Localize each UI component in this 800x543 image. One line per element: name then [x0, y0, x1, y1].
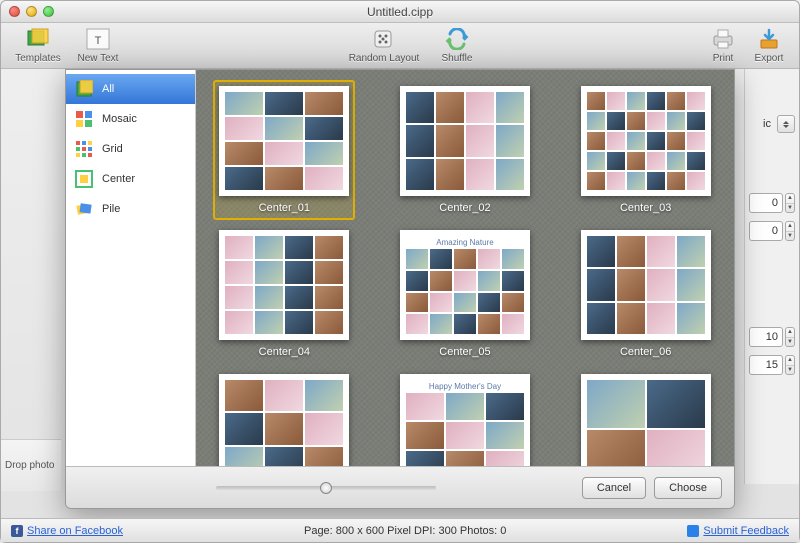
template-center_06[interactable]: Center_06: [575, 224, 717, 364]
printer-icon: [709, 27, 737, 51]
page-status-text: Page: 800 x 600 Pixel DPI: 300 Photos: 0: [123, 525, 687, 537]
template-caption: Amazing Nature: [406, 236, 524, 249]
new-text-label: New Text: [78, 53, 119, 64]
category-label: All: [102, 83, 114, 95]
mosaic-category-icon: [74, 109, 94, 129]
titlebar: Untitled.cipp: [1, 1, 799, 23]
minimize-window-button[interactable]: [26, 6, 37, 17]
submit-feedback-link[interactable]: Submit Feedback: [703, 525, 789, 537]
template-thumbnail: [219, 374, 349, 466]
template-center_08[interactable]: Happy Mother's Day: [394, 368, 536, 466]
print-label: Print: [713, 53, 734, 64]
template-thumbnail: [219, 86, 349, 196]
category-label: Mosaic: [102, 113, 137, 125]
toolbar: Templates T New Text Random Layout Shuff…: [1, 23, 799, 69]
template-grid-scroll[interactable]: Center_01 Center_02 Center_03 Center_04 Amaz…: [196, 70, 734, 466]
template-center_03[interactable]: Center_03: [575, 80, 717, 220]
close-window-button[interactable]: [9, 6, 20, 17]
template-center_01[interactable]: Center_01: [213, 80, 355, 220]
category-pile[interactable]: Pile: [66, 194, 195, 224]
zoom-window-button[interactable]: [43, 6, 54, 17]
template-name: Center_04: [259, 346, 310, 358]
style-select-suffix: ic: [763, 118, 771, 130]
template-center_02[interactable]: Center_02: [394, 80, 536, 220]
drop-photo-hint: Drop photo: [1, 439, 61, 491]
facebook-icon: f: [11, 525, 23, 537]
dialog-footer: Cancel Choose: [66, 466, 734, 508]
category-all[interactable]: All: [66, 74, 195, 104]
template-name: Center_01: [259, 202, 310, 214]
template-thumbnail: [581, 86, 711, 196]
category-label: Pile: [102, 203, 120, 215]
category-label: Center: [102, 173, 135, 185]
template-name: Center_05: [439, 346, 490, 358]
main-area: ic ▲▼ ▲▼ ▲▼ ▲▼ Drop photo All Mosaic Grid C…: [1, 69, 799, 519]
dice-icon: [370, 27, 398, 51]
export-button[interactable]: Export: [749, 27, 789, 64]
template-caption: Happy Mother's Day: [406, 380, 524, 393]
category-label: Grid: [102, 143, 123, 155]
all-category-icon: [74, 79, 94, 99]
templates-dialog: AllMosaicGridCenterPile Center_01Center_…: [65, 69, 735, 509]
text-icon: T: [84, 27, 112, 51]
templates-button[interactable]: Templates: [11, 27, 65, 64]
svg-text:T: T: [95, 35, 102, 47]
template-grid: Center_01 Center_02 Center_03 Center_04 Amaz…: [196, 80, 734, 466]
template-thumbnail: [581, 230, 711, 340]
value-4-input[interactable]: [749, 355, 783, 375]
print-button[interactable]: Print: [703, 27, 743, 64]
category-grid[interactable]: Grid: [66, 134, 195, 164]
inspector-panel: ic ▲▼ ▲▼ ▲▼ ▲▼: [744, 69, 799, 484]
template-thumbnail: Happy Mother's Day: [400, 374, 530, 466]
random-layout-label: Random Layout: [349, 53, 420, 64]
grid-category-icon: [74, 139, 94, 159]
status-bar: f Share on Facebook Page: 800 x 600 Pixe…: [1, 518, 799, 542]
value-3-stepper[interactable]: ▲▼: [785, 327, 795, 347]
template-name: Center_06: [620, 346, 671, 358]
choose-button[interactable]: Choose: [654, 477, 722, 499]
value-3-input[interactable]: [749, 327, 783, 347]
style-select[interactable]: [777, 115, 795, 133]
template-thumbnail: [219, 230, 349, 340]
template-thumbnail: [581, 374, 711, 466]
category-mosaic[interactable]: Mosaic: [66, 104, 195, 134]
random-layout-button[interactable]: Random Layout: [344, 27, 424, 64]
shuffle-icon: [443, 27, 471, 51]
value-1-stepper[interactable]: ▲▼: [785, 193, 795, 213]
thumbnail-zoom-slider[interactable]: [216, 486, 436, 490]
template-center_04[interactable]: Center_04: [213, 224, 355, 364]
shuffle-label: Shuffle: [442, 53, 473, 64]
template-center_07[interactable]: [213, 368, 355, 466]
window-title: Untitled.cipp: [367, 5, 433, 19]
pile-category-icon: [74, 199, 94, 219]
templates-icon: [24, 27, 52, 51]
center-category-icon: [74, 169, 94, 189]
template-center_05[interactable]: Amazing Nature Center_05: [394, 224, 536, 364]
export-icon: [755, 27, 783, 51]
value-4-stepper[interactable]: ▲▼: [785, 355, 795, 375]
value-2-input[interactable]: [749, 221, 783, 241]
share-facebook-link[interactable]: Share on Facebook: [27, 525, 123, 537]
template-thumbnail: [400, 86, 530, 196]
template-thumbnail: Amazing Nature: [400, 230, 530, 340]
templates-label: Templates: [15, 53, 61, 64]
feedback-icon: [687, 525, 699, 537]
category-center[interactable]: Center: [66, 164, 195, 194]
value-2-stepper[interactable]: ▲▼: [785, 221, 795, 241]
template-name: Center_03: [620, 202, 671, 214]
export-label: Export: [755, 53, 784, 64]
template-name: Center_02: [439, 202, 490, 214]
new-text-button[interactable]: T New Text: [71, 27, 125, 64]
cancel-button[interactable]: Cancel: [582, 477, 646, 499]
category-list: All Mosaic Grid Center Pile: [66, 70, 196, 466]
value-1-input[interactable]: [749, 193, 783, 213]
shuffle-button[interactable]: Shuffle: [430, 27, 484, 64]
template-center_09[interactable]: [575, 368, 717, 466]
